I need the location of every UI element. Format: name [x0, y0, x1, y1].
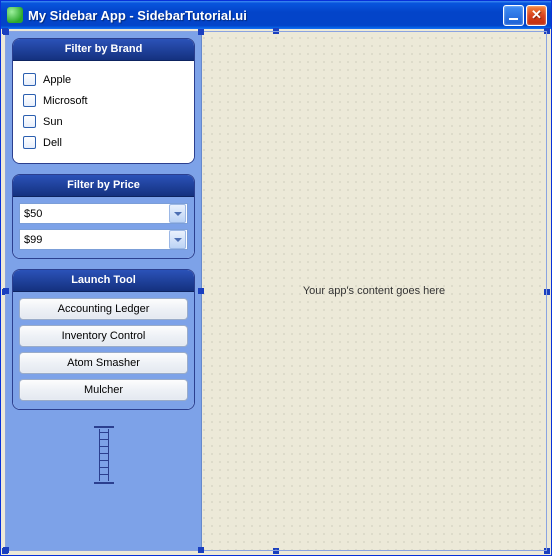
checkbox-label: Dell — [43, 137, 62, 149]
selection-handle[interactable] — [3, 547, 9, 553]
selection-handle[interactable] — [3, 29, 9, 35]
titlebar[interactable]: My Sidebar App - SidebarTutorial.ui ✕ — [1, 1, 551, 29]
brand-checkbox-row[interactable]: Microsoft — [23, 90, 184, 111]
window-frame: My Sidebar App - SidebarTutorial.ui ✕ Fi… — [0, 0, 552, 556]
client-area: Filter by Brand Apple Microsoft Sun — [1, 29, 551, 555]
checkbox-icon[interactable] — [23, 94, 36, 107]
content-placeholder-text: Your app's content goes here — [303, 285, 445, 297]
checkbox-label: Sun — [43, 116, 63, 128]
app-icon — [7, 7, 23, 23]
launch-tool-panel: Launch Tool Accounting Ledger Inventory … — [12, 269, 195, 410]
panel-title: Launch Tool — [13, 270, 194, 292]
panel-title: Filter by Brand — [13, 39, 194, 61]
selection-handle[interactable] — [198, 288, 204, 294]
brand-checkbox-row[interactable]: Dell — [23, 132, 184, 153]
chevron-down-icon[interactable] — [169, 230, 186, 249]
price-to-select[interactable]: $99 — [19, 229, 188, 250]
close-button[interactable]: ✕ — [526, 5, 547, 26]
window-title: My Sidebar App - SidebarTutorial.ui — [28, 8, 503, 23]
design-canvas[interactable]: Filter by Brand Apple Microsoft Sun — [5, 31, 547, 551]
tool-button-accounting[interactable]: Accounting Ledger — [19, 298, 188, 320]
selection-handle[interactable] — [198, 547, 204, 553]
checkbox-icon[interactable] — [23, 136, 36, 149]
brand-filter-panel: Filter by Brand Apple Microsoft Sun — [12, 38, 195, 164]
selection-handle[interactable] — [3, 288, 9, 294]
panel-title: Filter by Price — [13, 175, 194, 197]
chevron-down-icon[interactable] — [169, 204, 186, 223]
selection-handle[interactable] — [198, 29, 204, 35]
checkbox-label: Apple — [43, 74, 71, 86]
content-area[interactable]: Your app's content goes here — [202, 32, 546, 550]
select-value: $50 — [20, 208, 169, 220]
brand-checkbox-row[interactable]: Sun — [23, 111, 184, 132]
checkbox-icon[interactable] — [23, 115, 36, 128]
tool-button-mulcher[interactable]: Mulcher — [19, 379, 188, 401]
price-from-select[interactable]: $50 — [19, 203, 188, 224]
brand-checkbox-row[interactable]: Apple — [23, 69, 184, 90]
spring-glue-icon[interactable] — [97, 426, 111, 484]
minimize-button[interactable] — [503, 5, 524, 26]
checkbox-icon[interactable] — [23, 73, 36, 86]
select-value: $99 — [20, 234, 169, 246]
tool-button-atom[interactable]: Atom Smasher — [19, 352, 188, 374]
price-filter-panel: Filter by Price $50 $99 — [12, 174, 195, 259]
checkbox-label: Microsoft — [43, 95, 88, 107]
tool-button-inventory[interactable]: Inventory Control — [19, 325, 188, 347]
sidebar: Filter by Brand Apple Microsoft Sun — [6, 32, 202, 550]
